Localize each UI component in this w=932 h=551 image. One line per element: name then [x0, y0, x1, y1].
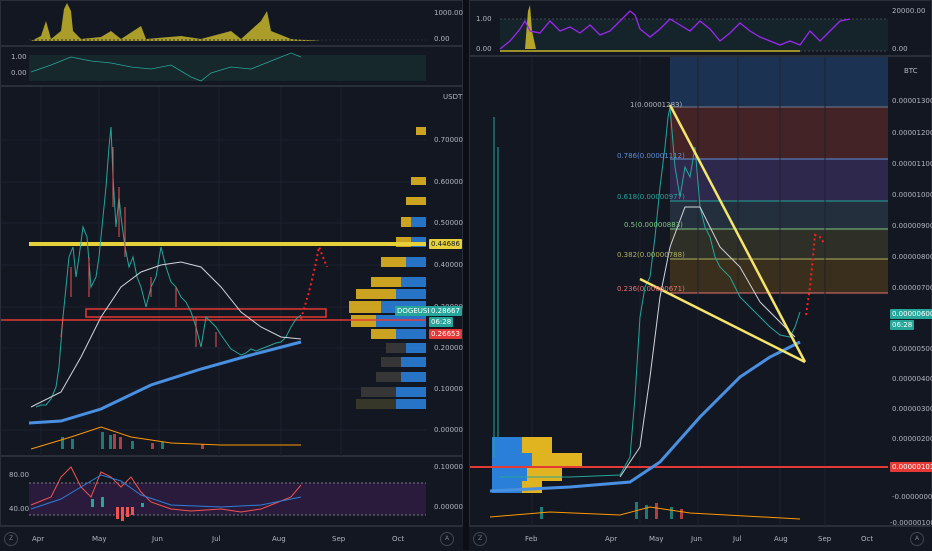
right-top-indicator-plot: [499, 5, 888, 52]
right-countdown-tag: 06:28: [890, 320, 915, 330]
left-rsi-plot: [29, 466, 426, 521]
right-tick-6: 0.00000700: [892, 284, 932, 292]
left-x-apr: Apr: [32, 535, 45, 543]
left-x-may: May: [92, 535, 107, 543]
left-timezone-icon[interactable]: Z: [4, 532, 18, 546]
left-tick-7: 0.00000: [434, 426, 463, 434]
right-unit-label: BTC: [904, 67, 918, 75]
left-price-plot: [1, 87, 426, 457]
left-tick-0: 0.70000: [434, 136, 463, 144]
left-main-chart-pane[interactable]: USDT 0.70000 0.60000 0.50000 0.40000 0.3…: [0, 86, 463, 457]
right-timezone-icon[interactable]: Z: [473, 532, 487, 546]
left-support-price-tag: 0.44686: [429, 239, 462, 249]
left-x-oct: Oct: [392, 535, 405, 543]
right-x-sep: Sep: [818, 535, 832, 543]
right-auto-scale-icon[interactable]: A: [910, 532, 924, 546]
left-correlation-plot: [29, 52, 426, 82]
right-level-price-tag: 0.00000101: [890, 462, 932, 472]
left-rsi-right-tick-low: 0.00000: [434, 503, 463, 511]
right-tick-10: 0.00000300: [892, 405, 932, 413]
right-fib-0618: 0.618(0.00000977): [617, 193, 685, 201]
right-tick-5: 0.00000800: [892, 253, 932, 261]
left-auto-scale-icon[interactable]: A: [440, 532, 454, 546]
right-x-oct: Oct: [861, 535, 874, 543]
left-countdown-tag: 06:28: [429, 317, 454, 327]
left-tick-6: 0.10000: [434, 385, 463, 393]
right-x-may: May: [649, 535, 664, 543]
left-corr-tick-high: 1.00: [11, 53, 27, 61]
left-tick-5: 0.20000: [434, 344, 463, 352]
right-tick-13: -0.00000000: [892, 493, 932, 501]
right-tick-1: 0.00001200: [892, 129, 932, 137]
left-tick-3: 0.40000: [434, 261, 463, 269]
right-tick-0: 0.00001300: [892, 97, 932, 105]
left-volume-profile: [349, 127, 426, 409]
left-tick-2: 0.50000: [434, 219, 463, 227]
left-rsi-tick-low: 40.00: [9, 505, 30, 513]
right-top-tick-left-low: 0.00: [476, 45, 492, 53]
right-x-jun: Jun: [691, 535, 702, 543]
right-current-price-tag: 0.00000600: [890, 309, 932, 319]
right-fib-1: 1(0.00001283): [630, 101, 683, 109]
right-x-apr: Apr: [605, 535, 618, 543]
left-resistance-zone: [85, 308, 327, 318]
right-fib-05: 0.5(0.00000883): [624, 221, 683, 229]
left-resistance-price-tag: 0.26653: [429, 329, 462, 339]
left-correlation-pane[interactable]: 1.00 0.00: [0, 46, 463, 86]
left-tick-1: 0.60000: [434, 178, 463, 186]
left-rsi-right-tick-high: 0.10000: [434, 463, 463, 471]
right-fib-0382: 0.382(0.00000788): [617, 251, 685, 259]
right-top-tick-left-high: 1.00: [476, 15, 492, 23]
left-volume-oscillator-pane[interactable]: 1000.00 0.00: [0, 0, 463, 46]
right-x-feb: Feb: [525, 535, 538, 543]
left-x-sep: Sep: [332, 535, 346, 543]
left-x-aug: Aug: [272, 535, 286, 543]
left-vol-tick-high: 1000.00: [434, 9, 463, 17]
right-top-tick-right-high: 20000.00: [892, 7, 926, 15]
chart-divider[interactable]: [463, 0, 469, 550]
left-volume-oscillator-plot: [29, 3, 426, 41]
left-x-jun: Jun: [152, 535, 163, 543]
left-x-jul: Jul: [212, 535, 221, 543]
right-tick-11: 0.00000200: [892, 435, 932, 443]
left-current-price-tag: 0.28667: [429, 306, 462, 316]
right-tick-4: 0.00000900: [892, 222, 932, 230]
left-rsi-tick-high: 80.00: [9, 471, 30, 479]
right-main-chart-pane[interactable]: BTC 0.00001300 0.00001200 0.00001100 0.0…: [469, 56, 932, 527]
left-rsi-pane[interactable]: 80.00 40.00 0.10000 0.00000: [0, 456, 463, 526]
left-x-axis[interactable]: Z Apr May Jun Jul Aug Sep Oct A: [0, 526, 463, 551]
right-fib-0236: 0.236(0.00000671): [617, 285, 685, 293]
right-tick-2: 0.00001100: [892, 160, 932, 168]
right-tick-8: 0.00000500: [892, 345, 932, 353]
left-support-line: [29, 242, 426, 246]
left-ema: [28, 340, 302, 425]
right-price-plot: [470, 57, 888, 527]
right-top-indicator-pane[interactable]: 1.00 0.00 20000.00 0.00: [469, 0, 932, 56]
right-tick-3: 0.00001000: [892, 191, 932, 199]
left-vol-tick-low: 0.00: [434, 35, 450, 43]
left-corr-tick-low: 0.00: [11, 69, 27, 77]
left-unit-label: USDT: [443, 93, 463, 101]
right-x-aug: Aug: [774, 535, 788, 543]
right-tick-9: 0.00000400: [892, 375, 932, 383]
right-top-tick-right-low: 0.00: [892, 45, 908, 53]
right-x-jul: Jul: [733, 535, 742, 543]
right-x-axis[interactable]: Z Feb Apr May Jun Jul Aug Sep Oct A: [469, 526, 932, 551]
right-fib-0786: 0.786(0.00001112): [617, 152, 685, 160]
left-prediction-path: [300, 243, 328, 320]
